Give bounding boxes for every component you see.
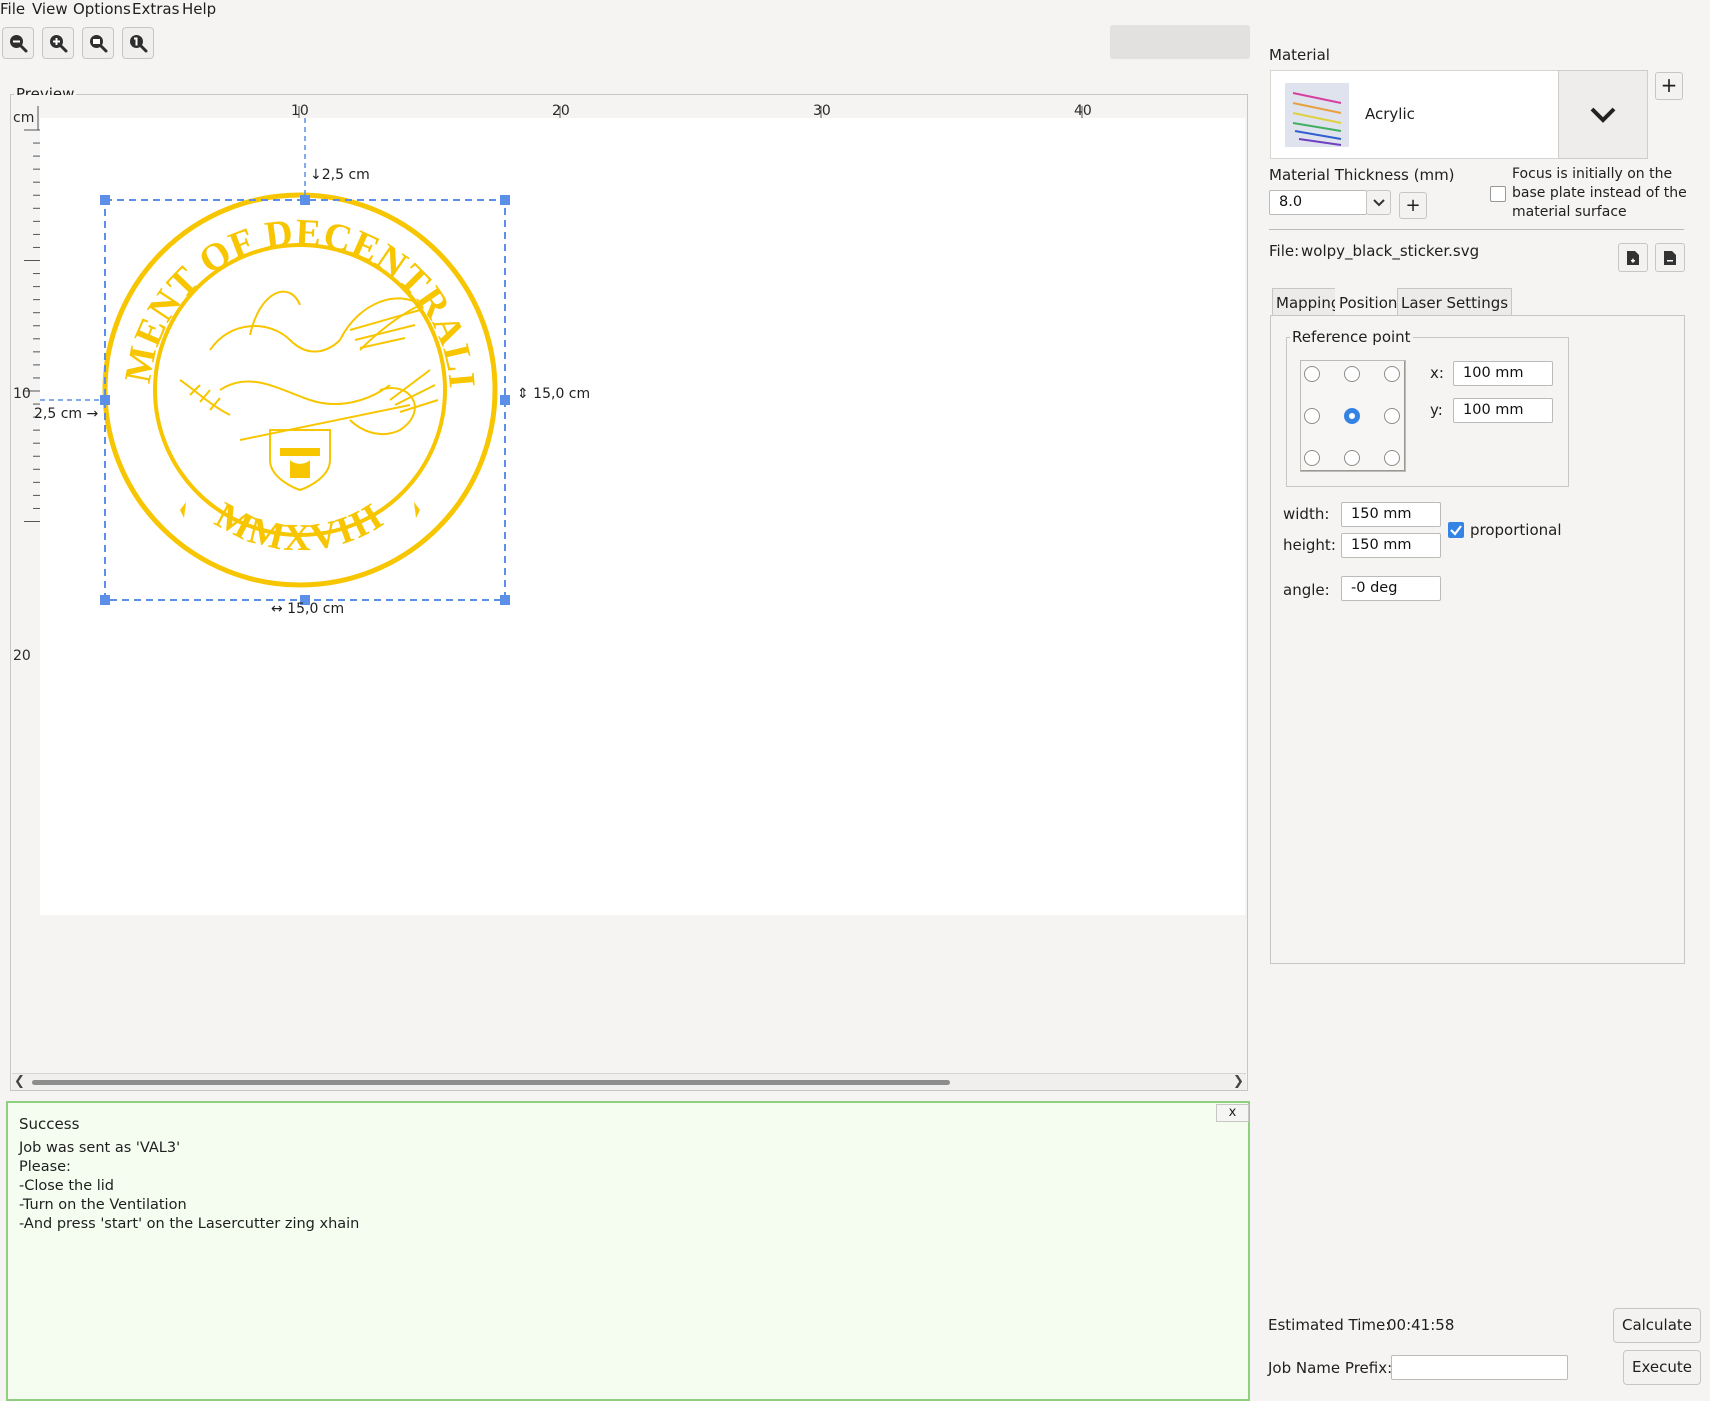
refpoint-radio-center[interactable]: [1344, 408, 1360, 424]
estimated-time-value: 00:41:58: [1387, 1316, 1455, 1334]
execute-button[interactable]: Execute: [1623, 1350, 1701, 1385]
scroll-left-icon[interactable]: ❮: [14, 1074, 25, 1089]
job-name-prefix-label: Job Name Prefix:: [1268, 1359, 1393, 1377]
width-label: width:: [1283, 505, 1330, 523]
refpoint-radio-bottom-right[interactable]: [1384, 450, 1400, 466]
refpoint-radio-middle-right[interactable]: [1384, 408, 1400, 424]
reference-point-title: Reference point: [1290, 328, 1413, 346]
message-line: -Close the lid: [19, 1178, 115, 1194]
file-name: wolpy_black_sticker.svg: [1301, 242, 1480, 260]
dim-left-label: 2,5 cm →: [34, 406, 99, 422]
refpoint-radio-top-right[interactable]: [1384, 366, 1400, 382]
file-label: File:: [1269, 242, 1300, 260]
thickness-input[interactable]: 8.0: [1269, 190, 1367, 215]
refpoint-radio-top-center[interactable]: [1344, 366, 1360, 382]
file-add-icon: [1627, 250, 1639, 265]
divider: [1269, 229, 1684, 230]
add-thickness-button[interactable]: +: [1399, 192, 1427, 219]
file-remove-icon: [1664, 250, 1676, 265]
x-label: x:: [1430, 364, 1444, 382]
resize-handle-ne[interactable]: [500, 195, 510, 205]
message-line: Please:: [19, 1159, 71, 1175]
dim-top-label: ↓2,5 cm: [310, 167, 370, 183]
message-line: -And press 'start' on the Lasercutter zi…: [19, 1216, 360, 1232]
refpoint-radio-bottom-center[interactable]: [1344, 450, 1360, 466]
material-label: Material: [1269, 46, 1330, 64]
proportional-label: proportional: [1470, 521, 1562, 539]
thickness-label: Material Thickness (mm): [1269, 166, 1455, 184]
x-input[interactable]: 100 mm: [1453, 361, 1553, 386]
dim-width-label: ↔ 15,0 cm: [271, 601, 345, 617]
message-title: Success: [19, 1115, 80, 1133]
width-input[interactable]: 150 mm: [1341, 502, 1441, 527]
angle-label: angle:: [1283, 581, 1330, 599]
calculate-button[interactable]: Calculate: [1613, 1308, 1701, 1343]
resize-handle-n[interactable]: [300, 195, 310, 205]
job-name-prefix-input[interactable]: [1391, 1355, 1568, 1380]
focus-label-line3: material surface: [1512, 204, 1627, 220]
y-label: y:: [1430, 401, 1443, 419]
material-dropdown-button[interactable]: [1558, 70, 1648, 159]
focus-label-line1: Focus is initially on the: [1512, 166, 1673, 182]
y-input[interactable]: 100 mm: [1453, 398, 1553, 423]
tab-position[interactable]: Position: [1335, 288, 1402, 316]
thickness-dropdown[interactable]: [1366, 190, 1391, 215]
add-material-button[interactable]: +: [1655, 72, 1683, 100]
remove-file-button[interactable]: [1655, 243, 1685, 272]
scroll-right-icon[interactable]: ❯: [1233, 1074, 1244, 1089]
material-thumbnail: [1285, 83, 1349, 147]
focus-checkbox[interactable]: [1490, 186, 1506, 202]
estimated-time-label: Estimated Time:: [1268, 1316, 1391, 1334]
message-panel: [6, 1101, 1250, 1401]
resize-handle-w[interactable]: [100, 395, 110, 405]
selection-overlay: [40, 118, 510, 605]
focus-label-line2: base plate instead of the: [1512, 185, 1687, 201]
resize-handle-nw[interactable]: [100, 195, 110, 205]
scrollbar-thumb[interactable]: [32, 1080, 950, 1085]
resize-handle-se[interactable]: [500, 595, 510, 605]
message-line: -Turn on the Ventilation: [19, 1197, 187, 1213]
message-line: Job was sent as 'VAL3': [19, 1140, 181, 1156]
add-file-button[interactable]: [1618, 243, 1648, 272]
material-selector[interactable]: Acrylic: [1270, 70, 1559, 159]
chevron-down-icon: [1590, 107, 1616, 123]
height-label: height:: [1283, 536, 1336, 554]
height-input[interactable]: 150 mm: [1341, 533, 1441, 558]
refpoint-radio-middle-left[interactable]: [1304, 408, 1320, 424]
checkmark-icon: [1450, 525, 1462, 536]
message-close-button[interactable]: x: [1216, 1104, 1249, 1122]
proportional-checkbox[interactable]: [1448, 522, 1464, 538]
material-name: Acrylic: [1365, 105, 1415, 123]
refpoint-radio-top-left[interactable]: [1304, 366, 1320, 382]
tab-laser-settings[interactable]: Laser Settings: [1397, 288, 1513, 316]
refpoint-radio-bottom-left[interactable]: [1304, 450, 1320, 466]
dim-height-label: ⇕ 15,0 cm: [517, 386, 591, 402]
resize-handle-e[interactable]: [500, 395, 510, 405]
angle-input[interactable]: -0 deg: [1341, 576, 1441, 601]
tab-mapping[interactable]: Mapping: [1272, 288, 1345, 316]
resize-handle-sw[interactable]: [100, 595, 110, 605]
chevron-down-icon: [1372, 198, 1385, 206]
